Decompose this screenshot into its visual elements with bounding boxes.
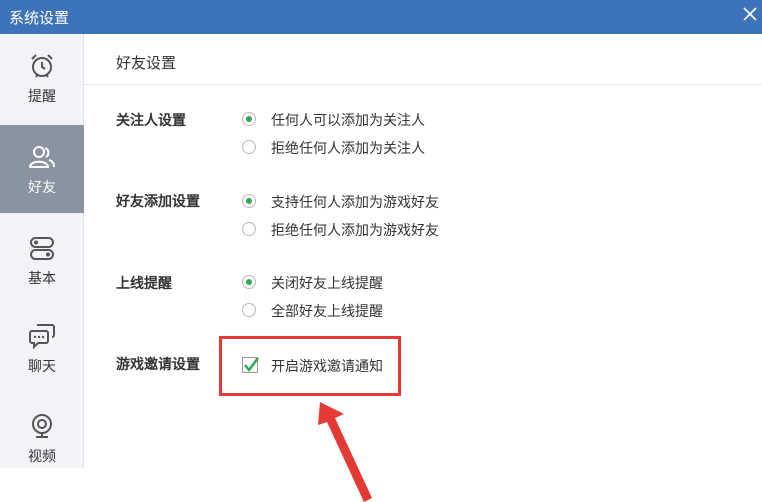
radio-button[interactable] bbox=[242, 275, 256, 289]
option-label: 全部好友上线提醒 bbox=[271, 304, 383, 320]
option-label: 拒绝任何人添加为游戏好友 bbox=[271, 223, 439, 239]
sidebar-item-video[interactable]: 视频 bbox=[0, 394, 84, 482]
online-reminder-label: 上线提醒 bbox=[116, 276, 172, 292]
sidebar-item-friends[interactable]: 好友 bbox=[0, 125, 84, 213]
sidebar-item-label: 提醒 bbox=[28, 89, 56, 105]
webcam-icon bbox=[32, 414, 52, 438]
window-title: 系统设置 bbox=[9, 9, 70, 27]
chat-bubbles-icon bbox=[29, 324, 55, 350]
radio-button[interactable] bbox=[242, 222, 256, 236]
toggle-settings-icon bbox=[30, 237, 54, 260]
radio-button[interactable] bbox=[242, 140, 256, 154]
option-label: 任何人可以添加为关注人 bbox=[271, 113, 425, 129]
radio-button[interactable] bbox=[242, 303, 256, 317]
divider bbox=[84, 84, 762, 85]
sidebar-item-basic[interactable]: 基本 bbox=[0, 216, 84, 304]
follow-settings-label: 关注人设置 bbox=[116, 113, 186, 129]
game-invite-settings-label: 游戏邀请设置 bbox=[116, 357, 200, 373]
friend-add-settings-label: 好友添加设置 bbox=[116, 194, 200, 210]
alarm-clock-icon bbox=[31, 54, 53, 78]
title-bar: 系统设置 bbox=[0, 0, 762, 34]
sidebar-item-chat[interactable]: 聊天 bbox=[0, 304, 84, 392]
sidebar-item-label: 聊天 bbox=[28, 359, 56, 375]
option-label: 支持任何人添加为游戏好友 bbox=[271, 195, 439, 211]
sidebar-item-label: 视频 bbox=[28, 449, 56, 465]
close-icon[interactable] bbox=[741, 5, 759, 23]
friends-icon bbox=[28, 146, 55, 168]
option-label: 关闭好友上线提醒 bbox=[271, 276, 383, 292]
sidebar-item-label: 基本 bbox=[28, 271, 56, 287]
radio-button[interactable] bbox=[242, 194, 256, 208]
option-label: 拒绝任何人添加为关注人 bbox=[271, 141, 425, 157]
sidebar-item-reminder[interactable]: 提醒 bbox=[0, 34, 84, 122]
sidebar: 提醒 好友 基本 聊天 视频 bbox=[0, 34, 84, 468]
sidebar-item-label: 好友 bbox=[28, 180, 56, 196]
annotation-highlight-box bbox=[219, 336, 401, 396]
settings-panel: 好友设置 关注人设置 任何人可以添加为关注人 拒绝任何人添加为关注人 好友添加设… bbox=[84, 34, 762, 502]
radio-button[interactable] bbox=[242, 112, 256, 126]
section-title: 好友设置 bbox=[116, 54, 177, 72]
annotation-arrow-icon bbox=[318, 402, 372, 502]
